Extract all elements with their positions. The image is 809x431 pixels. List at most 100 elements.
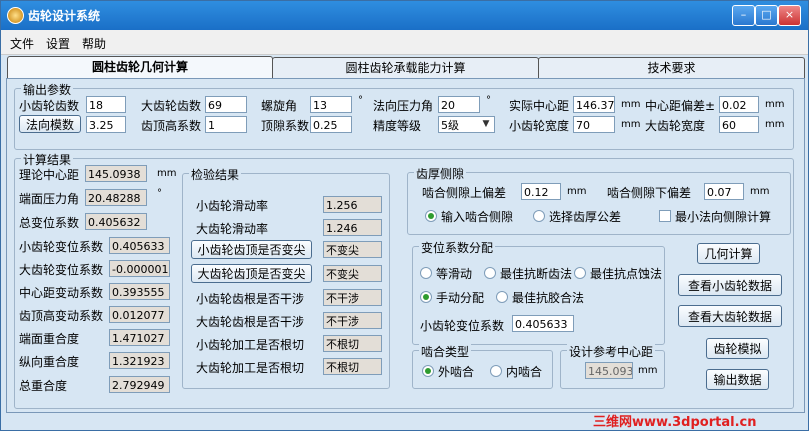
slide1-value: 1.256 — [323, 196, 382, 213]
undercut2-value: 不根切 — [323, 358, 382, 375]
radio-equal-slide-label: 等滑动 — [436, 267, 473, 281]
shift-legend: 变位系数分配 — [419, 239, 496, 256]
z1-label: 小齿轮齿数 — [19, 99, 80, 113]
module-input[interactable]: 3.25 — [86, 116, 126, 133]
b2-input[interactable]: 60 — [719, 116, 759, 133]
radio-anti-break[interactable] — [484, 267, 496, 279]
x1-result-label: 小齿轮变位系数 — [19, 240, 104, 254]
tip-reduction-value: 0.012077 — [109, 306, 170, 323]
z1-input[interactable]: 18 — [86, 96, 126, 113]
undercut1-label: 小齿轮加工是否根切 — [196, 338, 305, 352]
total-ratio-value: 2.792949 — [109, 376, 170, 393]
mesh-type-legend: 啮合类型 — [419, 343, 472, 360]
gear-simulation-button[interactable]: 齿轮模拟 — [706, 338, 769, 359]
backlash-lower-input[interactable]: 0.07 — [704, 183, 744, 200]
center-unit: mm — [621, 99, 641, 110]
tab-geometry[interactable]: 圆柱齿轮几何计算 — [7, 56, 273, 80]
b1-unit: mm — [621, 119, 641, 130]
radio-anti-pitting-label: 最佳抗点蚀法 — [590, 267, 663, 281]
watermark: 三维网www.3dportal.cn — [593, 415, 757, 430]
grade-value: 5级 — [441, 119, 459, 132]
backlash-upper-label: 啮合侧隙上偏差 — [422, 186, 507, 200]
menu-file[interactable]: 文件 — [10, 35, 34, 52]
clearance-input[interactable]: 0.25 — [310, 116, 352, 133]
tip1-check-button[interactable]: 小齿轮齿顶是否变尖 — [191, 240, 312, 259]
tip2-value: 不变尖 — [323, 265, 382, 282]
backlash-lower-unit: mm — [750, 186, 770, 197]
total-shift-value: 0.405632 — [85, 213, 147, 230]
z2-label: 大齿轮齿数 — [141, 99, 202, 113]
b1-input[interactable]: 70 — [573, 116, 615, 133]
radio-internal[interactable] — [490, 365, 502, 377]
shift-x1-input[interactable]: 0.405633 — [512, 315, 574, 332]
maximize-button[interactable]: □ — [755, 5, 778, 26]
small-gear-data-button[interactable]: 查看小齿轮数据 — [678, 274, 782, 296]
tab-requirements[interactable]: 技术要求 — [538, 57, 805, 79]
backlash-upper-input[interactable]: 0.12 — [521, 183, 561, 200]
shift-group: 变位系数分配 等滑动 最佳抗断齿法 最佳抗点蚀法 手动分配 最佳抗胶合法 小齿轮… — [412, 239, 665, 345]
tab-capacity[interactable]: 圆柱齿轮承载能力计算 — [272, 57, 539, 79]
center-dev-input[interactable]: 0.02 — [719, 96, 759, 113]
minimize-button[interactable]: – — [732, 5, 755, 26]
pressure-input[interactable]: 20 — [438, 96, 480, 113]
radio-external[interactable] — [422, 365, 434, 377]
check-legend: 检验结果 — [189, 166, 242, 183]
tip2-check-button[interactable]: 大齿轮齿顶是否变尖 — [191, 264, 312, 283]
radio-select-tolerance-label: 选择齿厚公差 — [549, 210, 622, 224]
radio-input-backlash[interactable] — [425, 210, 437, 222]
center-shift-value: 0.393555 — [109, 283, 170, 300]
input-params-group: 输出参数 小齿轮齿数 18 大齿轮齿数 69 螺旋角 13 ° 法向压力角 20… — [14, 81, 794, 150]
center-shift-label: 中心距变动系数 — [19, 286, 104, 300]
overlap-ratio-value: 1.321923 — [109, 352, 170, 369]
radio-anti-gluing[interactable] — [496, 291, 508, 303]
b2-unit: mm — [765, 119, 785, 130]
pressure-label: 法向压力角 — [373, 99, 434, 113]
backlash-group: 齿厚侧隙 啮合侧隙上偏差 0.12 mm 啮合侧隙下偏差 0.07 mm 输入啮… — [407, 165, 791, 235]
slide2-value: 1.246 — [323, 219, 382, 236]
slide2-label: 大齿轮滑动率 — [196, 222, 269, 236]
transverse-pa-label: 端面压力角 — [19, 192, 80, 206]
theory-center-value: 145.0938 — [85, 165, 147, 182]
close-button[interactable]: × — [778, 5, 801, 26]
backlash-lower-label: 啮合侧隙下偏差 — [607, 186, 692, 200]
menu-settings[interactable]: 设置 — [46, 35, 70, 52]
radio-input-backlash-label: 输入啮合侧隙 — [441, 210, 514, 224]
tab-panel: 输出参数 小齿轮齿数 18 大齿轮齿数 69 螺旋角 13 ° 法向压力角 20… — [6, 78, 805, 413]
clearance-label: 顶隙系数 — [261, 119, 310, 133]
design-center-legend: 设计参考中心距 — [567, 343, 656, 360]
tip1-value: 不变尖 — [323, 241, 382, 258]
center-label: 实际中心距 — [509, 99, 570, 113]
export-data-button[interactable]: 输出数据 — [706, 369, 769, 390]
radio-equal-slide[interactable] — [420, 267, 432, 279]
menu-help[interactable]: 帮助 — [82, 35, 106, 52]
app-gear-icon — [7, 7, 24, 24]
undercut1-value: 不根切 — [323, 335, 382, 352]
radio-anti-pitting[interactable] — [574, 267, 586, 279]
checkbox-min-backlash-label: 最小法向侧隙计算 — [675, 210, 772, 224]
root2-value: 不干涉 — [323, 312, 382, 329]
center-input[interactable]: 146.37 — [573, 96, 615, 113]
mesh-type-group: 啮合类型 外啮合 内啮合 — [412, 343, 553, 389]
radio-anti-gluing-label: 最佳抗胶合法 — [512, 291, 585, 305]
checkbox-min-backlash[interactable] — [659, 210, 671, 222]
slide1-label: 小齿轮滑动率 — [196, 199, 269, 213]
center-dev-label: 中心距偏差± — [645, 99, 716, 113]
radio-select-tolerance[interactable] — [533, 210, 545, 222]
radio-manual[interactable] — [420, 291, 432, 303]
theory-center-label: 理论中心距 — [19, 168, 80, 182]
total-shift-label: 总变位系数 — [19, 216, 80, 230]
root1-value: 不干涉 — [323, 289, 382, 306]
grade-select[interactable]: 5级 ▼ — [438, 116, 495, 133]
z2-input[interactable]: 69 — [205, 96, 247, 113]
backlash-upper-unit: mm — [567, 186, 587, 197]
helix-input[interactable]: 13 — [310, 96, 352, 113]
x2-result-value: -0.000001 — [109, 260, 170, 277]
grade-label: 精度等级 — [373, 119, 422, 133]
module-button[interactable]: 法向模数 — [19, 115, 81, 133]
large-gear-data-button[interactable]: 查看大齿轮数据 — [678, 305, 782, 327]
root1-label: 小齿轮齿根是否干涉 — [196, 292, 305, 306]
geometry-calc-button[interactable]: 几何计算 — [697, 243, 760, 264]
addendum-input[interactable]: 1 — [205, 116, 247, 133]
undercut2-label: 大齿轮加工是否根切 — [196, 361, 305, 375]
b2-label: 大齿轮宽度 — [645, 119, 706, 133]
